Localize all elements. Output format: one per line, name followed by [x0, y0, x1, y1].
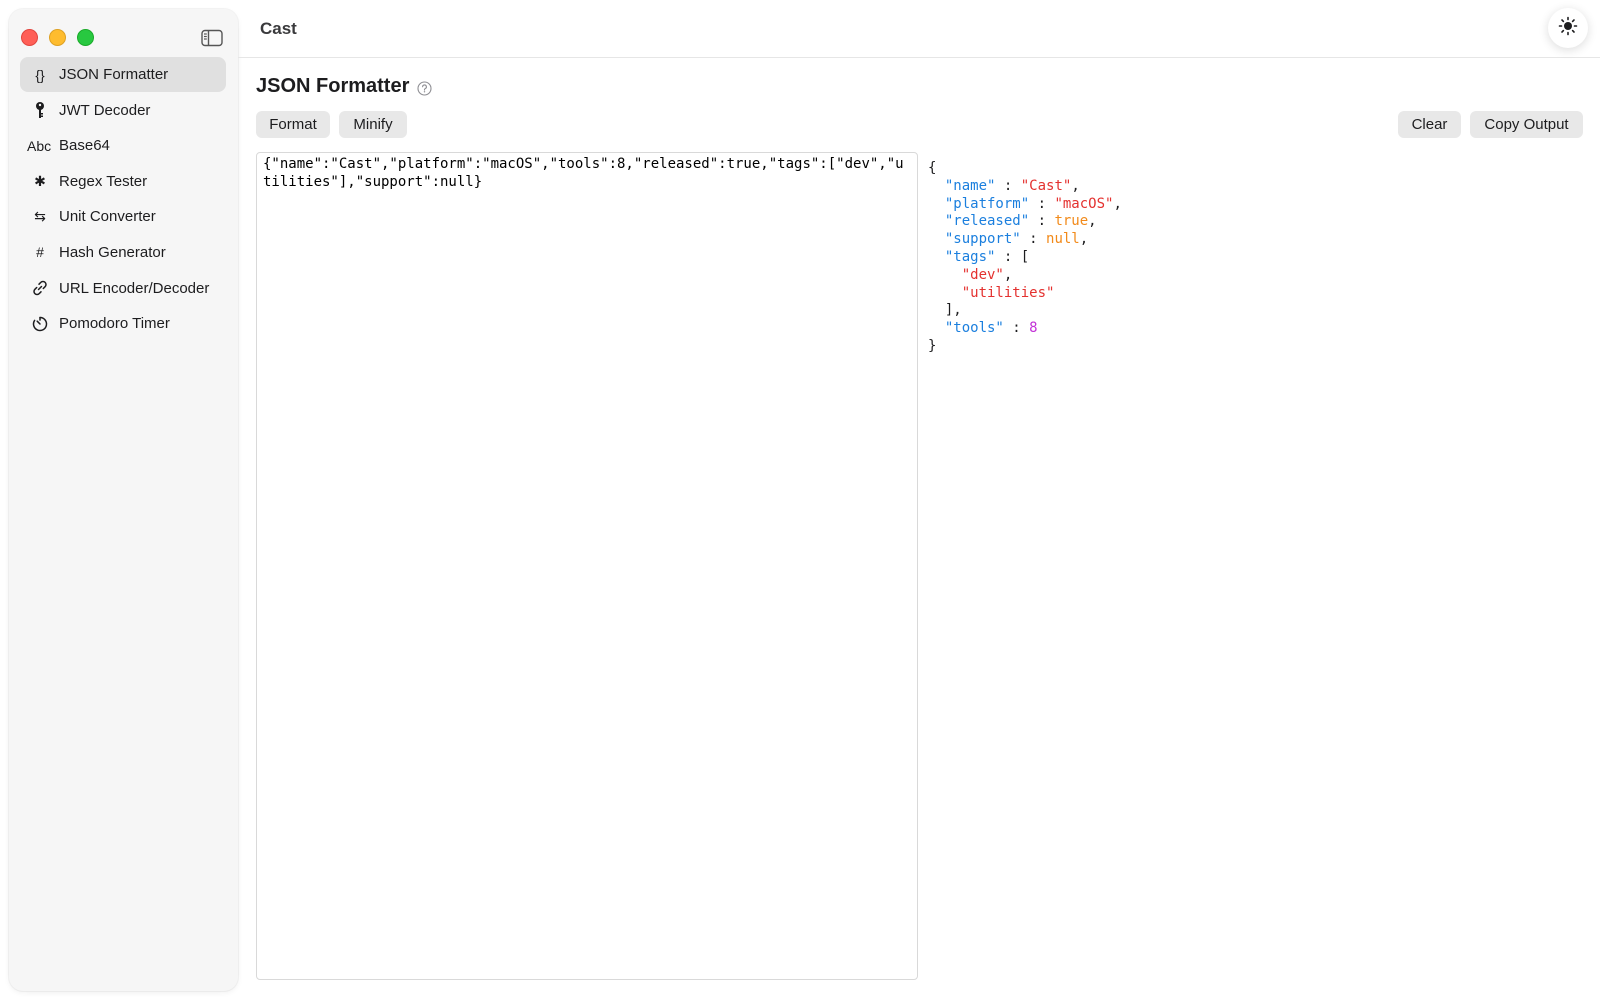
swap-arrows-icon: ⇆ — [34, 208, 46, 225]
output-value: "macOS" — [1054, 195, 1114, 212]
output-key: "support" — [944, 231, 1021, 248]
sidebar-item-url-encoder-decoder[interactable]: URL Encoder/Decoder — [20, 271, 226, 306]
json-output-viewer: { "name" : "Cast", "platform" : "macOS",… — [928, 160, 1122, 354]
sidebar-item-label: Unit Converter — [59, 208, 156, 226]
theme-toggle-button[interactable] — [1548, 8, 1588, 48]
sidebar-item-base64[interactable]: Abc Base64 — [20, 128, 226, 163]
output-array-close: ], — [944, 302, 962, 319]
output-array-value: "utilities" — [961, 284, 1055, 301]
sidebar-item-pomodoro-timer[interactable]: Pomodoro Timer — [20, 306, 226, 341]
zoom-window-button[interactable] — [77, 29, 94, 46]
abc-text-icon: Abc — [27, 137, 52, 154]
help-icon[interactable] — [417, 79, 432, 96]
output-key: "tools" — [944, 320, 1004, 337]
output-value: "Cast" — [1020, 177, 1072, 194]
sidebar-item-label: JWT Decoder — [59, 101, 151, 119]
page-title: JSON Formatter — [256, 75, 432, 98]
sidebar-toggle-icon[interactable] — [200, 28, 224, 48]
asterisk-icon: ✱ — [34, 172, 46, 189]
sun-icon — [1558, 16, 1578, 41]
output-key: "released" — [944, 213, 1030, 230]
sidebar-item-label: Pomodoro Timer — [59, 315, 170, 333]
output-array-value: "dev" — [961, 266, 1004, 283]
output-key: "platform" — [944, 195, 1030, 212]
sidebar-item-regex-tester[interactable]: ✱ Regex Tester — [20, 164, 226, 199]
close-window-button[interactable] — [21, 29, 38, 46]
window-controls — [21, 29, 94, 46]
clear-button[interactable]: Clear — [1398, 111, 1461, 138]
sidebar-item-label: URL Encoder/Decoder — [59, 279, 210, 297]
sidebar-item-unit-converter[interactable]: ⇆ Unit Converter — [20, 199, 226, 234]
copy-output-button[interactable]: Copy Output — [1470, 111, 1583, 138]
output-open-brace: { — [928, 160, 937, 176]
format-button[interactable]: Format — [256, 111, 330, 138]
output-comma: , — [1071, 177, 1080, 194]
sidebar-item-hash-generator[interactable]: # Hash Generator — [20, 235, 226, 270]
toolbar: Cast — [238, 0, 1600, 58]
output-close-brace: } — [928, 337, 937, 354]
window-title: Cast — [260, 19, 297, 38]
output-key: "tags" — [944, 248, 996, 265]
sidebar-nav: {} JSON Formatter JWT Decoder Abc Base64… — [20, 57, 226, 342]
sidebar-item-label: Hash Generator — [59, 243, 166, 261]
output-value: 8 — [1029, 320, 1038, 337]
link-icon — [29, 277, 51, 299]
output-value: null — [1046, 231, 1080, 248]
hash-icon: # — [36, 244, 44, 261]
json-input-textarea[interactable] — [256, 152, 918, 980]
sidebar-item-label: Base64 — [59, 137, 110, 155]
page-title-text: JSON Formatter — [256, 75, 410, 97]
output-comma: , — [1113, 195, 1122, 212]
minimize-window-button[interactable] — [49, 29, 66, 46]
sidebar-item-jwt-decoder[interactable]: JWT Decoder — [20, 93, 226, 128]
output-key: "name" — [944, 177, 996, 194]
app-window: {} JSON Formatter JWT Decoder Abc Base64… — [0, 0, 1600, 1000]
sidebar: {} JSON Formatter JWT Decoder Abc Base64… — [9, 9, 238, 991]
output-value: true — [1054, 213, 1089, 230]
output-comma: , — [1088, 213, 1097, 230]
curly-braces-icon: {} — [35, 66, 45, 83]
sidebar-item-json-formatter[interactable]: {} JSON Formatter — [20, 57, 226, 92]
output-comma: , — [1079, 231, 1089, 248]
sidebar-item-label: JSON Formatter — [59, 66, 169, 83]
sidebar-item-label: Regex Tester — [59, 172, 148, 190]
timer-icon — [29, 313, 51, 335]
key-icon — [29, 99, 51, 121]
minify-button[interactable]: Minify — [339, 111, 407, 138]
